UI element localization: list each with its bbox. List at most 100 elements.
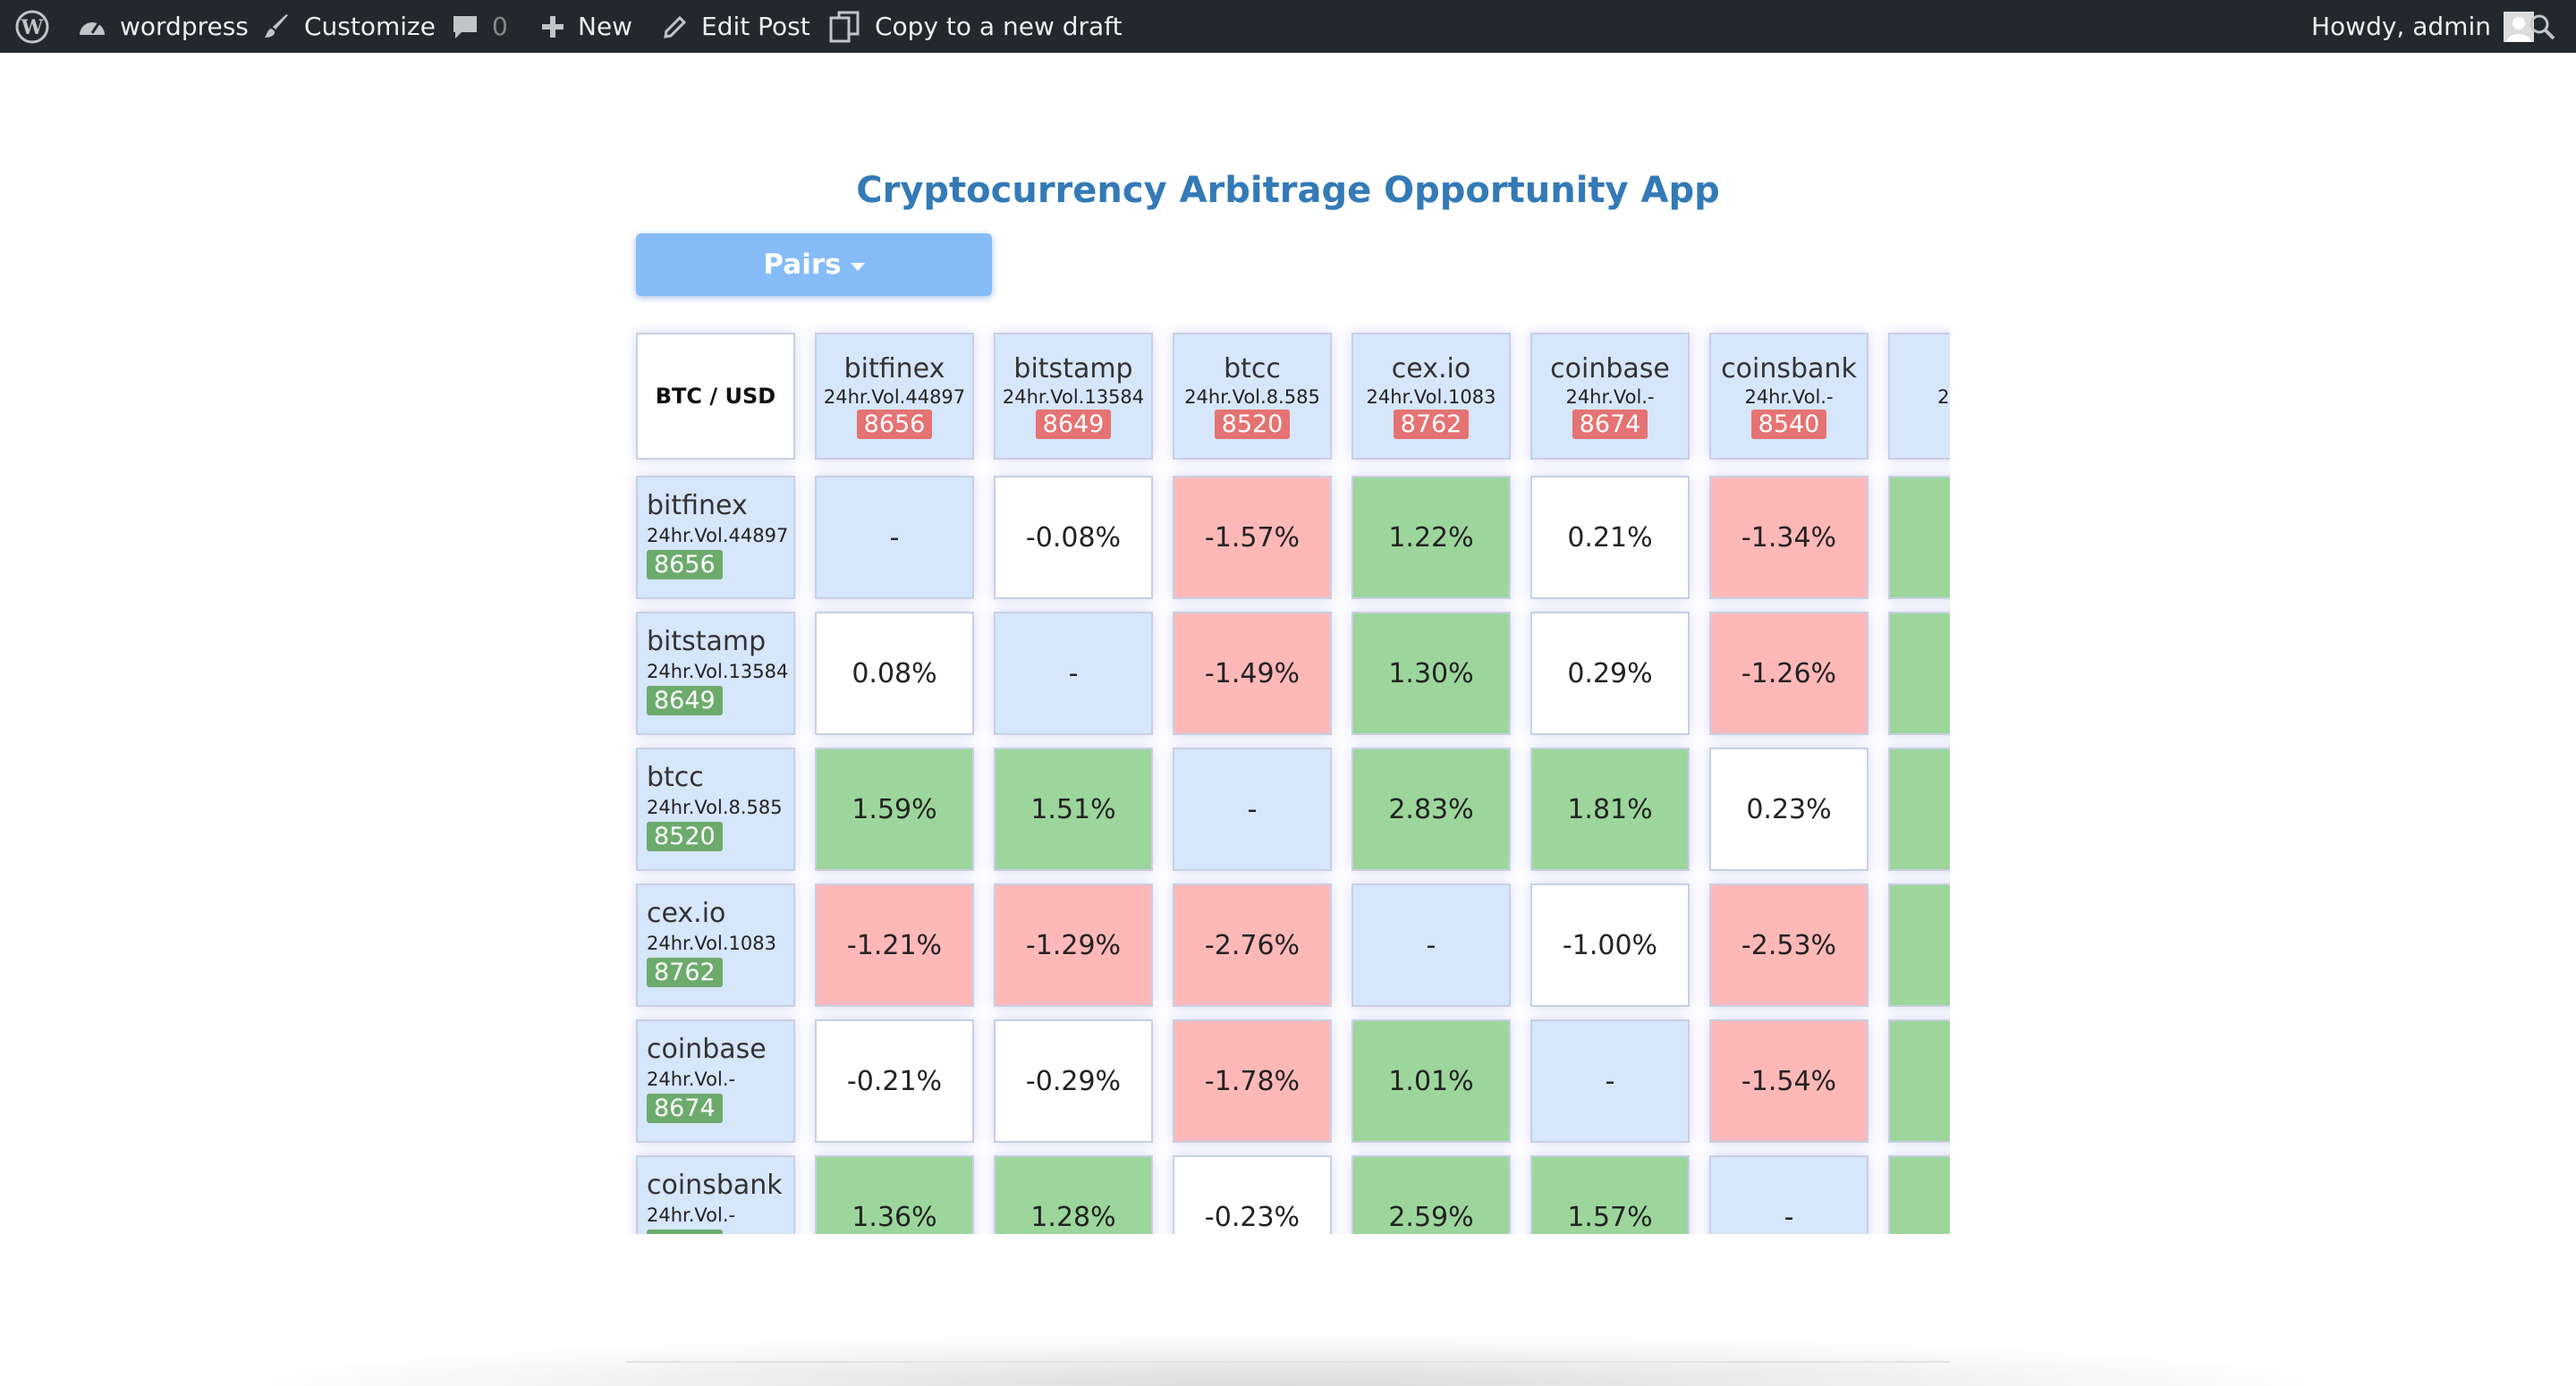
exchange-volume: 24hr.V (1937, 386, 1950, 408)
exchange-volume: 24hr.Vol.- (647, 1204, 736, 1226)
exchange-price-badge: 8674 (647, 1094, 723, 1123)
comments-link[interactable]: 0 (451, 0, 508, 53)
arbitrage-cell[interactable]: 0.23% (1709, 748, 1868, 871)
my-account-menu[interactable]: Howdy, admin (2311, 0, 2534, 53)
arbitrage-cell[interactable]: 2.59% (1352, 1155, 1511, 1234)
arbitrage-cell[interactable]: -1.00% (1530, 883, 1690, 1007)
exchange-volume: 24hr.Vol.44897 (647, 525, 789, 546)
arbitrage-cell[interactable]: 0.29% (1530, 612, 1690, 735)
arbitrage-cell[interactable]: 2. (1888, 476, 1950, 599)
arbitrage-cell[interactable]: -2.76% (1173, 883, 1332, 1007)
exchange-volume: 24hr.Vol.1083 (647, 933, 776, 954)
exchange-name: coinsbank (1721, 353, 1857, 385)
exchange-price-badge: 8656 (856, 410, 933, 439)
arbitrage-cell[interactable]: -1.34% (1709, 476, 1868, 599)
arbitrage-cell[interactable]: -1.54% (1709, 1019, 1868, 1143)
exchange-price-badge: 8520 (1214, 410, 1291, 439)
arbitrage-cell[interactable]: 1.81% (1530, 748, 1690, 871)
edit-post-label: Edit Post (701, 12, 810, 41)
footer-divider (626, 1361, 1950, 1363)
arbitrage-cell[interactable]: -1.49% (1173, 612, 1332, 735)
arbitrage-cell[interactable]: -1.57% (1173, 476, 1332, 599)
footer-shadow (215, 1332, 2361, 1386)
pencil-icon (662, 13, 689, 40)
column-header-bitstamp: bitstamp 24hr.Vol.13584 8649 (994, 333, 1153, 460)
arbitrage-cell[interactable]: -0.23% (1173, 1155, 1332, 1234)
arbitrage-cell[interactable]: 2. (1888, 612, 1950, 735)
row-header-bitstamp: bitstamp 24hr.Vol.13584 8649 (636, 612, 795, 735)
exchange-price-badge: 8649 (1035, 410, 1112, 439)
exchange-volume: 24hr.Vol.- (647, 1069, 736, 1090)
edit-post-link[interactable]: Edit Post (662, 0, 810, 53)
customize-link[interactable]: Customize (263, 0, 436, 53)
exchange-name: bitstamp (1013, 353, 1133, 385)
arbitrage-cell[interactable]: - (1530, 1019, 1690, 1143)
column-header-coinbase: coinbase 24hr.Vol.- 8674 (1530, 333, 1690, 460)
exchange-price-badge: 8762 (647, 958, 723, 987)
svg-text:W: W (21, 16, 44, 39)
arbitrage-cell[interactable]: 1.22% (1352, 476, 1511, 599)
exchange-volume: 24hr.Vol.- (1565, 386, 1655, 408)
pairs-dropdown-button[interactable]: Pairs (636, 233, 992, 296)
exchange-price-badge: 8540 (647, 1230, 723, 1234)
exchange-name: btcc (647, 762, 704, 793)
copy-draft-link[interactable]: Copy to a new draft (828, 0, 1123, 53)
arbitrage-cell[interactable]: 1.30% (1352, 612, 1511, 735)
exchange-name: btcc (1224, 353, 1281, 385)
comments-count: 0 (492, 12, 508, 41)
exchange-price-badge: 8520 (647, 822, 723, 851)
arbitrage-cell[interactable]: 1.28% (994, 1155, 1153, 1234)
arbitrage-cell[interactable]: -1.29% (994, 883, 1153, 1007)
arbitrage-cell[interactable]: 2.83% (1352, 748, 1511, 871)
arbitrage-cell[interactable]: - (1709, 1155, 1868, 1234)
arbitrage-cell[interactable]: 3. (1888, 1155, 1950, 1234)
exchange-volume: 24hr.Vol.8.585 (1184, 386, 1320, 408)
new-content-menu[interactable]: New (540, 0, 632, 53)
wordpress-logo-icon[interactable]: W (14, 0, 50, 53)
site-name-label: wordpress (120, 12, 249, 41)
arbitrage-cell[interactable]: 1.51% (994, 748, 1153, 871)
brush-icon (263, 13, 292, 41)
arbitrage-cell[interactable]: 1.57% (1530, 1155, 1690, 1234)
row-header-bitfinex: bitfinex 24hr.Vol.44897 8656 (636, 476, 795, 599)
row-header-cex-io: cex.io 24hr.Vol.1083 8762 (636, 883, 795, 1007)
arbitrage-cell[interactable]: 1.01% (1352, 1019, 1511, 1143)
arbitrage-cell[interactable]: - (1352, 883, 1511, 1007)
arbitrage-cell[interactable]: 0.21% (1530, 476, 1690, 599)
column-header-e: e24hr.V8 (1888, 333, 1950, 460)
exchange-name: coinbase (1550, 353, 1670, 385)
arbitrage-cell[interactable]: 0.08% (815, 612, 974, 735)
arbitrage-cell[interactable]: 1. (1888, 883, 1950, 1007)
arbitrage-cell[interactable]: -1.26% (1709, 612, 1868, 735)
exchange-volume: 24hr.Vol.- (1744, 386, 1834, 408)
plus-icon (540, 14, 565, 39)
pair-label-cell: BTC / USD (636, 333, 795, 460)
caret-down-icon (850, 262, 865, 271)
exchange-volume: 24hr.Vol.13584 (647, 661, 789, 682)
admin-bar: W wordpress Customize 0 New Edit Post Co… (0, 0, 2576, 53)
arbitrage-cell[interactable]: -1.78% (1173, 1019, 1332, 1143)
comment-bubble-icon (451, 13, 479, 41)
arbitrage-cell[interactable]: - (815, 476, 974, 599)
arbitrage-cell[interactable]: 2. (1888, 1019, 1950, 1143)
search-icon[interactable] (2528, 0, 2556, 53)
customize-label: Customize (304, 12, 436, 41)
exchange-price-badge: 8656 (647, 550, 723, 579)
arbitrage-cell[interactable]: -1.21% (815, 883, 974, 1007)
arbitrage-cell[interactable]: 1.59% (815, 748, 974, 871)
exchange-name: bitfinex (647, 490, 748, 521)
arbitrage-cell[interactable]: -0.29% (994, 1019, 1153, 1143)
site-name-menu[interactable]: wordpress (77, 0, 249, 53)
arbitrage-cell[interactable]: 1.36% (815, 1155, 974, 1234)
exchange-price-badge: 8762 (1393, 410, 1470, 439)
arbitrage-cell[interactable]: -0.08% (994, 476, 1153, 599)
arbitrage-cell[interactable]: -0.21% (815, 1019, 974, 1143)
arbitrage-cell[interactable]: 4. (1888, 748, 1950, 871)
arbitrage-cell[interactable]: - (1173, 748, 1332, 871)
pairs-button-label: Pairs (763, 249, 842, 281)
copy-draft-label: Copy to a new draft (875, 12, 1123, 41)
arbitrage-cell[interactable]: -2.53% (1709, 883, 1868, 1007)
column-header-bitfinex: bitfinex 24hr.Vol.44897 8656 (815, 333, 974, 460)
arbitrage-cell[interactable]: - (994, 612, 1153, 735)
exchange-name: cex.io (1391, 353, 1471, 385)
